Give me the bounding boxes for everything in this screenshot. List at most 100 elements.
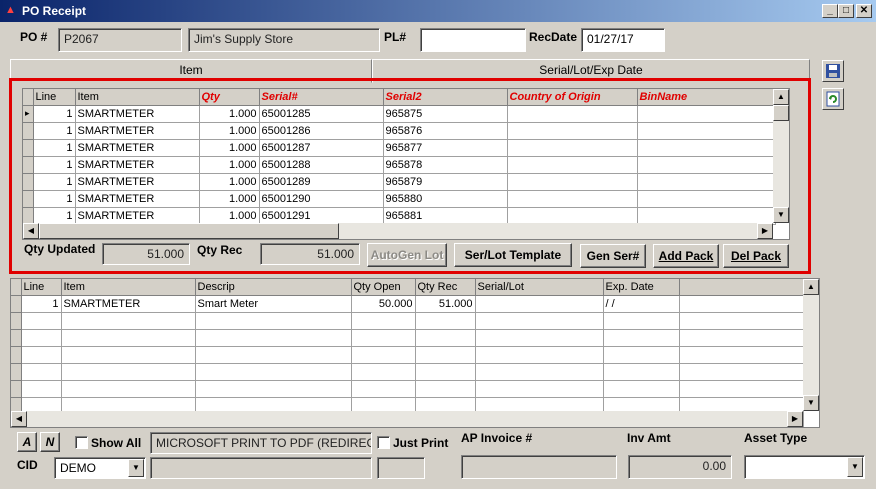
- col-header-item[interactable]: Item: [75, 89, 200, 106]
- serial-cell-qty[interactable]: 1.000: [199, 122, 260, 140]
- row-indicator[interactable]: ▸: [23, 105, 34, 123]
- item-empty-row[interactable]: [11, 329, 804, 347]
- serial-cell-country[interactable]: [507, 105, 638, 123]
- item-col-header-qty-rec[interactable]: Qty Rec: [415, 279, 476, 296]
- item-empty-cell[interactable]: [351, 312, 416, 330]
- col-header-line[interactable]: Line: [33, 89, 76, 106]
- serial-row[interactable]: ▸ 1 SMARTMETER 1.000 65001285 965875: [23, 105, 776, 123]
- item-col-header-item[interactable]: Item: [61, 279, 196, 296]
- item-scroll-left-icon[interactable]: ◀: [11, 411, 27, 427]
- gen-ser-button[interactable]: Gen Ser#: [580, 244, 646, 268]
- serial-cell-serial[interactable]: 65001291: [259, 207, 384, 225]
- item-empty-cell[interactable]: [351, 363, 416, 381]
- item-empty-row[interactable]: [11, 363, 804, 381]
- item-scroll-up-icon[interactable]: ▲: [803, 279, 819, 295]
- scroll-up-icon[interactable]: ▲: [773, 89, 789, 105]
- scroll-right-icon[interactable]: ▶: [757, 223, 773, 239]
- item-cell-serial-lot[interactable]: [475, 295, 604, 313]
- serial-cell-item[interactable]: SMARTMETER: [75, 156, 200, 174]
- item-row-indicator[interactable]: [11, 312, 22, 330]
- serial-row[interactable]: 1 SMARTMETER 1.000 65001287 965877: [23, 139, 776, 157]
- serial-cell-item[interactable]: SMARTMETER: [75, 122, 200, 140]
- item-empty-cell[interactable]: [415, 380, 476, 398]
- serial-cell-serial2[interactable]: 965877: [383, 139, 508, 157]
- row-indicator[interactable]: [23, 173, 34, 191]
- item-scroll-right-icon[interactable]: ▶: [787, 411, 803, 427]
- serial-hscroll[interactable]: ◀ ▶: [23, 223, 773, 239]
- show-all-checkbox[interactable]: [75, 436, 88, 449]
- item-empty-cell[interactable]: [61, 329, 196, 347]
- item-empty-cell[interactable]: [603, 380, 680, 398]
- cid-select[interactable]: DEMO ▼: [54, 457, 146, 479]
- item-col-header-qty-open[interactable]: Qty Open: [351, 279, 416, 296]
- item-row[interactable]: 1 SMARTMETER Smart Meter 50.000 51.000 / /: [11, 295, 804, 313]
- serial-cell-serial2[interactable]: 965880: [383, 190, 508, 208]
- item-empty-cell[interactable]: [61, 363, 196, 381]
- just-print-checkbox[interactable]: [377, 436, 390, 449]
- asset-type-chevron-down-icon[interactable]: ▼: [847, 457, 863, 477]
- item-empty-cell[interactable]: [415, 363, 476, 381]
- serial-cell-line[interactable]: 1: [33, 122, 76, 140]
- serial-cell-qty[interactable]: 1.000: [199, 190, 260, 208]
- item-empty-cell[interactable]: [195, 329, 352, 347]
- serial-row[interactable]: 1 SMARTMETER 1.000 65001290 965880: [23, 190, 776, 208]
- ser-lot-template-button[interactable]: Ser/Lot Template: [454, 243, 572, 267]
- item-empty-cell[interactable]: [679, 329, 804, 347]
- serial-cell-line[interactable]: 1: [33, 139, 76, 157]
- item-empty-row[interactable]: [11, 312, 804, 330]
- item-col-header-exp-date[interactable]: Exp. Date: [603, 279, 680, 296]
- asset-type-select[interactable]: ▼: [744, 455, 865, 479]
- item-scroll-down-icon[interactable]: ▼: [803, 395, 819, 411]
- serial-cell-item[interactable]: SMARTMETER: [75, 190, 200, 208]
- item-empty-cell[interactable]: [21, 363, 62, 381]
- item-empty-cell[interactable]: [21, 346, 62, 364]
- item-cell-line[interactable]: 1: [21, 295, 62, 313]
- item-empty-cell[interactable]: [603, 312, 680, 330]
- serial-cell-line[interactable]: 1: [33, 190, 76, 208]
- col-header-country[interactable]: Country of Origin: [507, 89, 638, 106]
- serial-cell-serial[interactable]: 65001290: [259, 190, 384, 208]
- chevron-down-icon[interactable]: ▼: [128, 459, 144, 477]
- del-pack-button[interactable]: Del Pack: [723, 244, 789, 268]
- item-empty-cell[interactable]: [415, 329, 476, 347]
- item-empty-cell[interactable]: [21, 329, 62, 347]
- serial-cell-country[interactable]: [507, 207, 638, 225]
- item-empty-cell[interactable]: [603, 346, 680, 364]
- row-indicator[interactable]: [23, 139, 34, 157]
- item-row-indicator[interactable]: [11, 346, 22, 364]
- serial-cell-serial2[interactable]: 965881: [383, 207, 508, 225]
- serial-cell-binname[interactable]: [637, 139, 776, 157]
- item-empty-cell[interactable]: [679, 312, 804, 330]
- serial-cell-serial2[interactable]: 965879: [383, 173, 508, 191]
- item-grid[interactable]: Line Item Descrip Qty Open Qty Rec Seria…: [10, 278, 820, 428]
- serial-cell-serial2[interactable]: 965876: [383, 122, 508, 140]
- close-button[interactable]: ✕: [856, 4, 872, 18]
- item-empty-cell[interactable]: [475, 346, 604, 364]
- add-pack-button[interactable]: Add Pack: [653, 244, 719, 268]
- item-empty-row[interactable]: [11, 380, 804, 398]
- col-header-serial2[interactable]: Serial2: [383, 89, 508, 106]
- item-empty-cell[interactable]: [679, 346, 804, 364]
- item-empty-cell[interactable]: [195, 363, 352, 381]
- item-empty-cell[interactable]: [195, 380, 352, 398]
- serial-cell-binname[interactable]: [637, 173, 776, 191]
- col-header-serial[interactable]: Serial#: [259, 89, 384, 106]
- serial-cell-item[interactable]: SMARTMETER: [75, 173, 200, 191]
- item-cell-qty-rec[interactable]: 51.000: [415, 295, 476, 313]
- autogen-lot-button[interactable]: AutoGen Lot: [367, 243, 447, 267]
- serial-grid[interactable]: Line Item Qty Serial# Serial2 Country of…: [22, 88, 790, 240]
- item-cell-exp-date[interactable]: / /: [603, 295, 680, 313]
- item-empty-cell[interactable]: [603, 363, 680, 381]
- serial-cell-serial[interactable]: 65001287: [259, 139, 384, 157]
- save-button[interactable]: [822, 60, 844, 82]
- item-empty-cell[interactable]: [351, 346, 416, 364]
- minimize-button[interactable]: _: [822, 4, 838, 18]
- refresh-button[interactable]: [822, 88, 844, 110]
- item-empty-cell[interactable]: [61, 346, 196, 364]
- serial-cell-serial[interactable]: 65001286: [259, 122, 384, 140]
- serial-cell-item[interactable]: SMARTMETER: [75, 207, 200, 225]
- item-empty-cell[interactable]: [351, 380, 416, 398]
- serial-vscroll[interactable]: ▲ ▼: [773, 89, 789, 223]
- maximize-button[interactable]: □: [838, 4, 854, 18]
- item-empty-cell[interactable]: [475, 329, 604, 347]
